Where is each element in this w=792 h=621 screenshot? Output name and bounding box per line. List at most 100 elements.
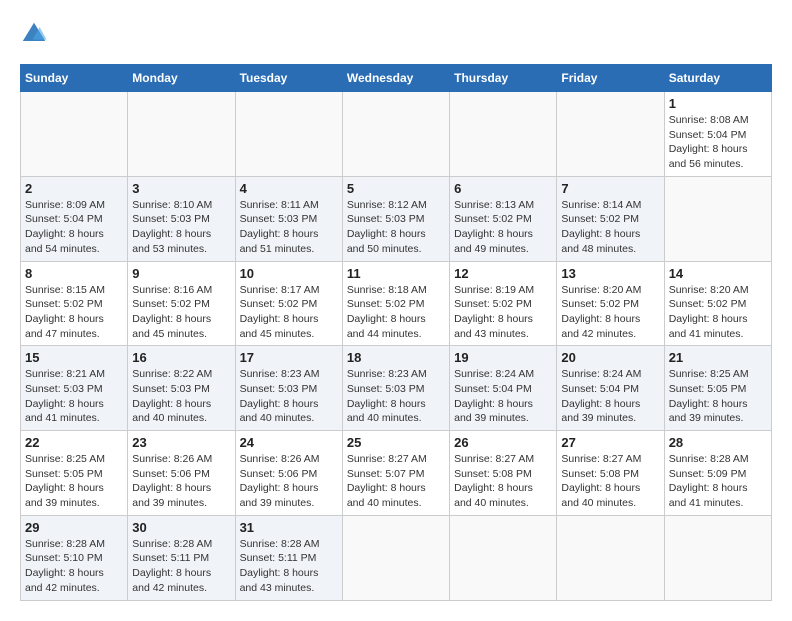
day-number: 10: [240, 266, 338, 281]
calendar-cell: 27 Sunrise: 8:27 AMSunset: 5:08 PMDayligh…: [557, 431, 664, 516]
day-number: 24: [240, 435, 338, 450]
calendar-cell: 24 Sunrise: 8:26 AMSunset: 5:06 PMDayligh…: [235, 431, 342, 516]
day-number: 28: [669, 435, 767, 450]
week-row-3: 8 Sunrise: 8:15 AMSunset: 5:02 PMDaylight…: [21, 261, 772, 346]
calendar-table: SundayMondayTuesdayWednesdayThursdayFrid…: [20, 64, 772, 601]
dow-header-wednesday: Wednesday: [342, 65, 449, 92]
calendar-cell: 11 Sunrise: 8:18 AMSunset: 5:02 PMDayligh…: [342, 261, 449, 346]
day-info: Sunrise: 8:14 AMSunset: 5:02 PMDaylight:…: [561, 198, 659, 257]
calendar-cell: 2 Sunrise: 8:09 AMSunset: 5:04 PMDaylight…: [21, 176, 128, 261]
calendar-cell: 7 Sunrise: 8:14 AMSunset: 5:02 PMDaylight…: [557, 176, 664, 261]
day-number: 26: [454, 435, 552, 450]
calendar-cell: 14Sunrise: 8:20 AMSunset: 5:02 PMDayligh…: [664, 261, 771, 346]
day-number: 22: [25, 435, 123, 450]
day-number: 21: [669, 350, 767, 365]
day-info: Sunrise: 8:13 AMSunset: 5:02 PMDaylight:…: [454, 198, 552, 257]
calendar-cell: [235, 92, 342, 177]
header: [20, 20, 772, 48]
day-info: Sunrise: 8:12 AMSunset: 5:03 PMDaylight:…: [347, 198, 445, 257]
day-info: Sunrise: 8:24 AMSunset: 5:04 PMDaylight:…: [561, 367, 659, 426]
day-info: Sunrise: 8:28 AMSunset: 5:11 PMDaylight:…: [240, 537, 338, 596]
day-info: Sunrise: 8:26 AMSunset: 5:06 PMDaylight:…: [132, 452, 230, 511]
logo: [20, 20, 52, 48]
day-info: Sunrise: 8:10 AMSunset: 5:03 PMDaylight:…: [132, 198, 230, 257]
calendar-cell: 17 Sunrise: 8:23 AMSunset: 5:03 PMDayligh…: [235, 346, 342, 431]
day-number: 9: [132, 266, 230, 281]
day-number: 11: [347, 266, 445, 281]
week-row-5: 22 Sunrise: 8:25 AMSunset: 5:05 PMDayligh…: [21, 431, 772, 516]
calendar-cell: 25Sunrise: 8:27 AMSunset: 5:07 PMDayligh…: [342, 431, 449, 516]
day-info: Sunrise: 8:28 AMSunset: 5:10 PMDaylight:…: [25, 537, 123, 596]
day-info: Sunrise: 8:28 AMSunset: 5:09 PMDaylight:…: [669, 452, 767, 511]
day-number: 23: [132, 435, 230, 450]
day-info: Sunrise: 8:24 AMSunset: 5:04 PMDaylight:…: [454, 367, 552, 426]
day-number: 27: [561, 435, 659, 450]
calendar-cell: [21, 92, 128, 177]
dow-header-tuesday: Tuesday: [235, 65, 342, 92]
day-number: 13: [561, 266, 659, 281]
day-info: Sunrise: 8:28 AMSunset: 5:11 PMDaylight:…: [132, 537, 230, 596]
day-info: Sunrise: 8:11 AMSunset: 5:03 PMDaylight:…: [240, 198, 338, 257]
week-row-2: 2 Sunrise: 8:09 AMSunset: 5:04 PMDaylight…: [21, 176, 772, 261]
day-info: Sunrise: 8:18 AMSunset: 5:02 PMDaylight:…: [347, 283, 445, 342]
calendar-cell: [128, 92, 235, 177]
dow-header-sunday: Sunday: [21, 65, 128, 92]
calendar-cell: 28 Sunrise: 8:28 AMSunset: 5:09 PMDayligh…: [664, 431, 771, 516]
day-number: 8: [25, 266, 123, 281]
day-info: Sunrise: 8:26 AMSunset: 5:06 PMDaylight:…: [240, 452, 338, 511]
day-info: Sunrise: 8:27 AMSunset: 5:08 PMDaylight:…: [454, 452, 552, 511]
calendar-cell: 16 Sunrise: 8:22 AMSunset: 5:03 PMDayligh…: [128, 346, 235, 431]
day-info: Sunrise: 8:22 AMSunset: 5:03 PMDaylight:…: [132, 367, 230, 426]
day-info: Sunrise: 8:09 AMSunset: 5:04 PMDaylight:…: [25, 198, 123, 257]
day-number: 25: [347, 435, 445, 450]
day-number: 5: [347, 181, 445, 196]
day-number: 30: [132, 520, 230, 535]
calendar-cell: 3Sunrise: 8:10 AMSunset: 5:03 PMDaylight…: [128, 176, 235, 261]
calendar-cell: 8 Sunrise: 8:15 AMSunset: 5:02 PMDaylight…: [21, 261, 128, 346]
calendar-cell: [557, 92, 664, 177]
calendar-cell: 31Sunrise: 8:28 AMSunset: 5:11 PMDayligh…: [235, 515, 342, 600]
day-info: Sunrise: 8:21 AMSunset: 5:03 PMDaylight:…: [25, 367, 123, 426]
day-number: 17: [240, 350, 338, 365]
calendar-cell: 6 Sunrise: 8:13 AMSunset: 5:02 PMDaylight…: [450, 176, 557, 261]
day-number: 4: [240, 181, 338, 196]
calendar-cell: 5 Sunrise: 8:12 AMSunset: 5:03 PMDaylight…: [342, 176, 449, 261]
calendar-cell: 20Sunrise: 8:24 AMSunset: 5:04 PMDayligh…: [557, 346, 664, 431]
calendar-cell: [342, 92, 449, 177]
calendar-cell: 21Sunrise: 8:25 AMSunset: 5:05 PMDayligh…: [664, 346, 771, 431]
calendar-body: 1Sunrise: 8:08 AMSunset: 5:04 PMDaylight…: [21, 92, 772, 601]
week-row-4: 15 Sunrise: 8:21 AMSunset: 5:03 PMDayligh…: [21, 346, 772, 431]
day-info: Sunrise: 8:25 AMSunset: 5:05 PMDaylight:…: [25, 452, 123, 511]
calendar-cell: 19 Sunrise: 8:24 AMSunset: 5:04 PMDayligh…: [450, 346, 557, 431]
calendar-cell: [664, 515, 771, 600]
day-number: 7: [561, 181, 659, 196]
day-number: 19: [454, 350, 552, 365]
calendar-cell: [664, 176, 771, 261]
day-info: Sunrise: 8:27 AMSunset: 5:08 PMDaylight:…: [561, 452, 659, 511]
calendar-cell: 29Sunrise: 8:28 AMSunset: 5:10 PMDayligh…: [21, 515, 128, 600]
day-info: Sunrise: 8:15 AMSunset: 5:02 PMDaylight:…: [25, 283, 123, 342]
calendar-cell: 22 Sunrise: 8:25 AMSunset: 5:05 PMDayligh…: [21, 431, 128, 516]
calendar-cell: [557, 515, 664, 600]
dow-header-saturday: Saturday: [664, 65, 771, 92]
day-number: 2: [25, 181, 123, 196]
day-number: 15: [25, 350, 123, 365]
week-row-1: 1Sunrise: 8:08 AMSunset: 5:04 PMDaylight…: [21, 92, 772, 177]
calendar-cell: 12Sunrise: 8:19 AMSunset: 5:02 PMDayligh…: [450, 261, 557, 346]
day-headers-row: SundayMondayTuesdayWednesdayThursdayFrid…: [21, 65, 772, 92]
day-number: 12: [454, 266, 552, 281]
dow-header-friday: Friday: [557, 65, 664, 92]
calendar-cell: 4 Sunrise: 8:11 AMSunset: 5:03 PMDaylight…: [235, 176, 342, 261]
day-number: 16: [132, 350, 230, 365]
calendar-cell: [450, 92, 557, 177]
calendar-cell: 10 Sunrise: 8:17 AMSunset: 5:02 PMDayligh…: [235, 261, 342, 346]
day-info: Sunrise: 8:17 AMSunset: 5:02 PMDaylight:…: [240, 283, 338, 342]
dow-header-monday: Monday: [128, 65, 235, 92]
day-info: Sunrise: 8:23 AMSunset: 5:03 PMDaylight:…: [240, 367, 338, 426]
week-row-6: 29Sunrise: 8:28 AMSunset: 5:10 PMDayligh…: [21, 515, 772, 600]
calendar-cell: 18Sunrise: 8:23 AMSunset: 5:03 PMDayligh…: [342, 346, 449, 431]
day-number: 6: [454, 181, 552, 196]
day-number: 1: [669, 96, 767, 111]
calendar-cell: 13Sunrise: 8:20 AMSunset: 5:02 PMDayligh…: [557, 261, 664, 346]
calendar-cell: 30 Sunrise: 8:28 AMSunset: 5:11 PMDayligh…: [128, 515, 235, 600]
